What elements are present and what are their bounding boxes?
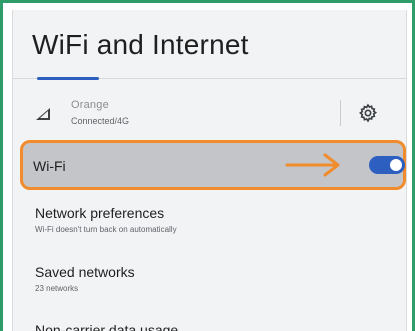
title-underline bbox=[37, 77, 99, 80]
page-title: WiFi and Internet bbox=[32, 29, 249, 60]
wifi-label: Wi-Fi bbox=[33, 158, 66, 174]
list-item-non-carrier-data-usage[interactable]: Non-carrier data usage bbox=[35, 322, 178, 331]
settings-panel: WiFi and Internet Orange Connected/4G Wi… bbox=[12, 10, 407, 331]
item-subtitle: Wi-Fi doesn't turn back on automatically bbox=[35, 225, 177, 234]
arrow-right-icon bbox=[285, 153, 340, 177]
gear-icon[interactable] bbox=[358, 103, 378, 123]
item-title: Saved networks bbox=[35, 264, 135, 280]
carrier-status: Connected/4G bbox=[71, 116, 130, 126]
list-item-saved-networks[interactable]: Saved networks 23 networks bbox=[13, 264, 406, 310]
list-item-network-preferences[interactable]: Network preferences Wi-Fi doesn't turn b… bbox=[13, 205, 406, 251]
cell-signal-icon bbox=[36, 108, 50, 120]
toggle-knob bbox=[390, 159, 402, 171]
item-title: Network preferences bbox=[35, 205, 165, 221]
wifi-toggle-switch[interactable] bbox=[369, 156, 405, 174]
row-separator bbox=[340, 100, 341, 126]
carrier-name: Orange bbox=[71, 99, 109, 111]
mobile-network-row[interactable]: Orange Connected/4G bbox=[13, 90, 406, 138]
item-subtitle: 23 networks bbox=[35, 284, 79, 293]
wifi-toggle-row[interactable]: Wi-Fi bbox=[20, 140, 406, 190]
